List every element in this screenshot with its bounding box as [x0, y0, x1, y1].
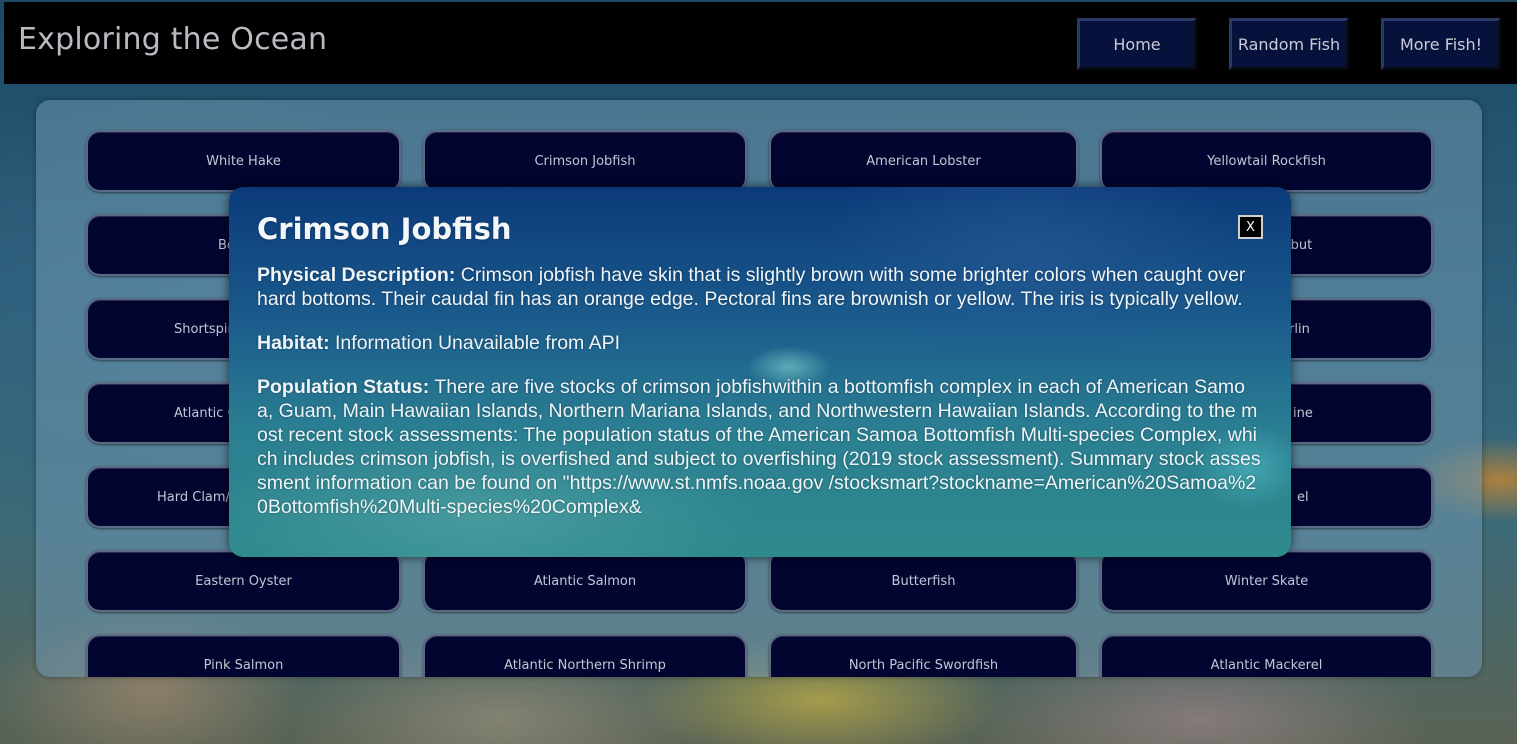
fish-button-pink-salmon[interactable]: Pink Salmon: [86, 634, 401, 677]
physical-description: Physical Description: Crimson jobfish ha…: [257, 263, 1261, 311]
site-title: Exploring the Ocean: [18, 22, 328, 57]
fish-button-atlantic-mackerel[interactable]: Atlantic Mackerel: [1100, 634, 1433, 677]
fish-button-white-hake[interactable]: White Hake: [86, 130, 401, 192]
fish-button-atlantic-northern-shrimp[interactable]: Atlantic Northern Shrimp: [423, 634, 747, 677]
fish-button-crimson-jobfish[interactable]: Crimson Jobfish: [423, 130, 747, 192]
fish-detail-modal: Crimson Jobfish Physical Description: Cr…: [229, 187, 1291, 557]
fish-button-eastern-oyster[interactable]: Eastern Oyster: [86, 550, 401, 612]
physical-description-label: Physical Description:: [257, 264, 456, 286]
random-fish-button[interactable]: Random Fish: [1229, 18, 1349, 70]
modal-content: Crimson Jobfish Physical Description: Cr…: [257, 209, 1261, 557]
fish-button-winter-skate[interactable]: Winter Skate: [1100, 550, 1433, 612]
fish-button-atlantic-salmon[interactable]: Atlantic Salmon: [423, 550, 747, 612]
habitat-text: Information Unavailable from API: [329, 332, 621, 354]
fish-button-butterfish[interactable]: Butterfish: [769, 550, 1078, 612]
fish-button-yellowtail-rockfish[interactable]: Yellowtail Rockfish: [1100, 130, 1433, 192]
habitat-label: Habitat:: [257, 332, 330, 354]
population-status-label: Population Status:: [257, 376, 430, 398]
site-header: Exploring the Ocean Home Random Fish Mor…: [4, 2, 1517, 84]
fish-button-north-pacific-swordfish[interactable]: North Pacific Swordfish: [769, 634, 1078, 677]
fish-button-american-lobster[interactable]: American Lobster: [769, 130, 1078, 192]
more-fish-button[interactable]: More Fish!: [1381, 18, 1501, 70]
home-button[interactable]: Home: [1077, 18, 1197, 70]
modal-title: Crimson Jobfish: [257, 212, 512, 246]
population-status: Population Status: There are five stocks…: [257, 375, 1261, 519]
modal-close-button[interactable]: X: [1238, 215, 1263, 239]
habitat: Habitat: Information Unavailable from AP…: [257, 331, 1261, 355]
